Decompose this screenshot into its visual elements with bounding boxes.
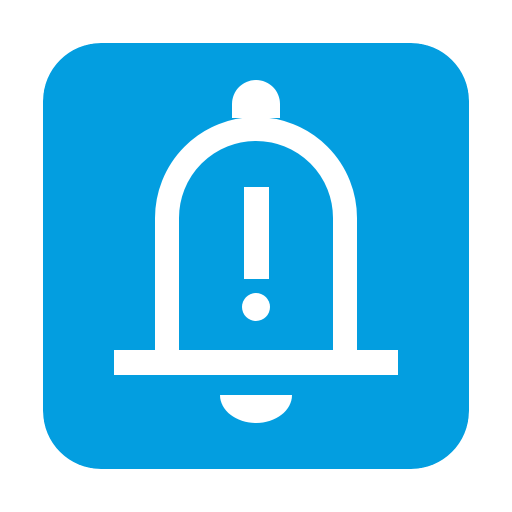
exclamation-dot [242, 293, 270, 321]
exclamation-bar [244, 187, 269, 279]
icon-canvas [0, 0, 512, 512]
app-icon-tile[interactable] [43, 43, 469, 469]
bell-rim [114, 350, 398, 375]
bell-alert-icon [43, 43, 469, 469]
